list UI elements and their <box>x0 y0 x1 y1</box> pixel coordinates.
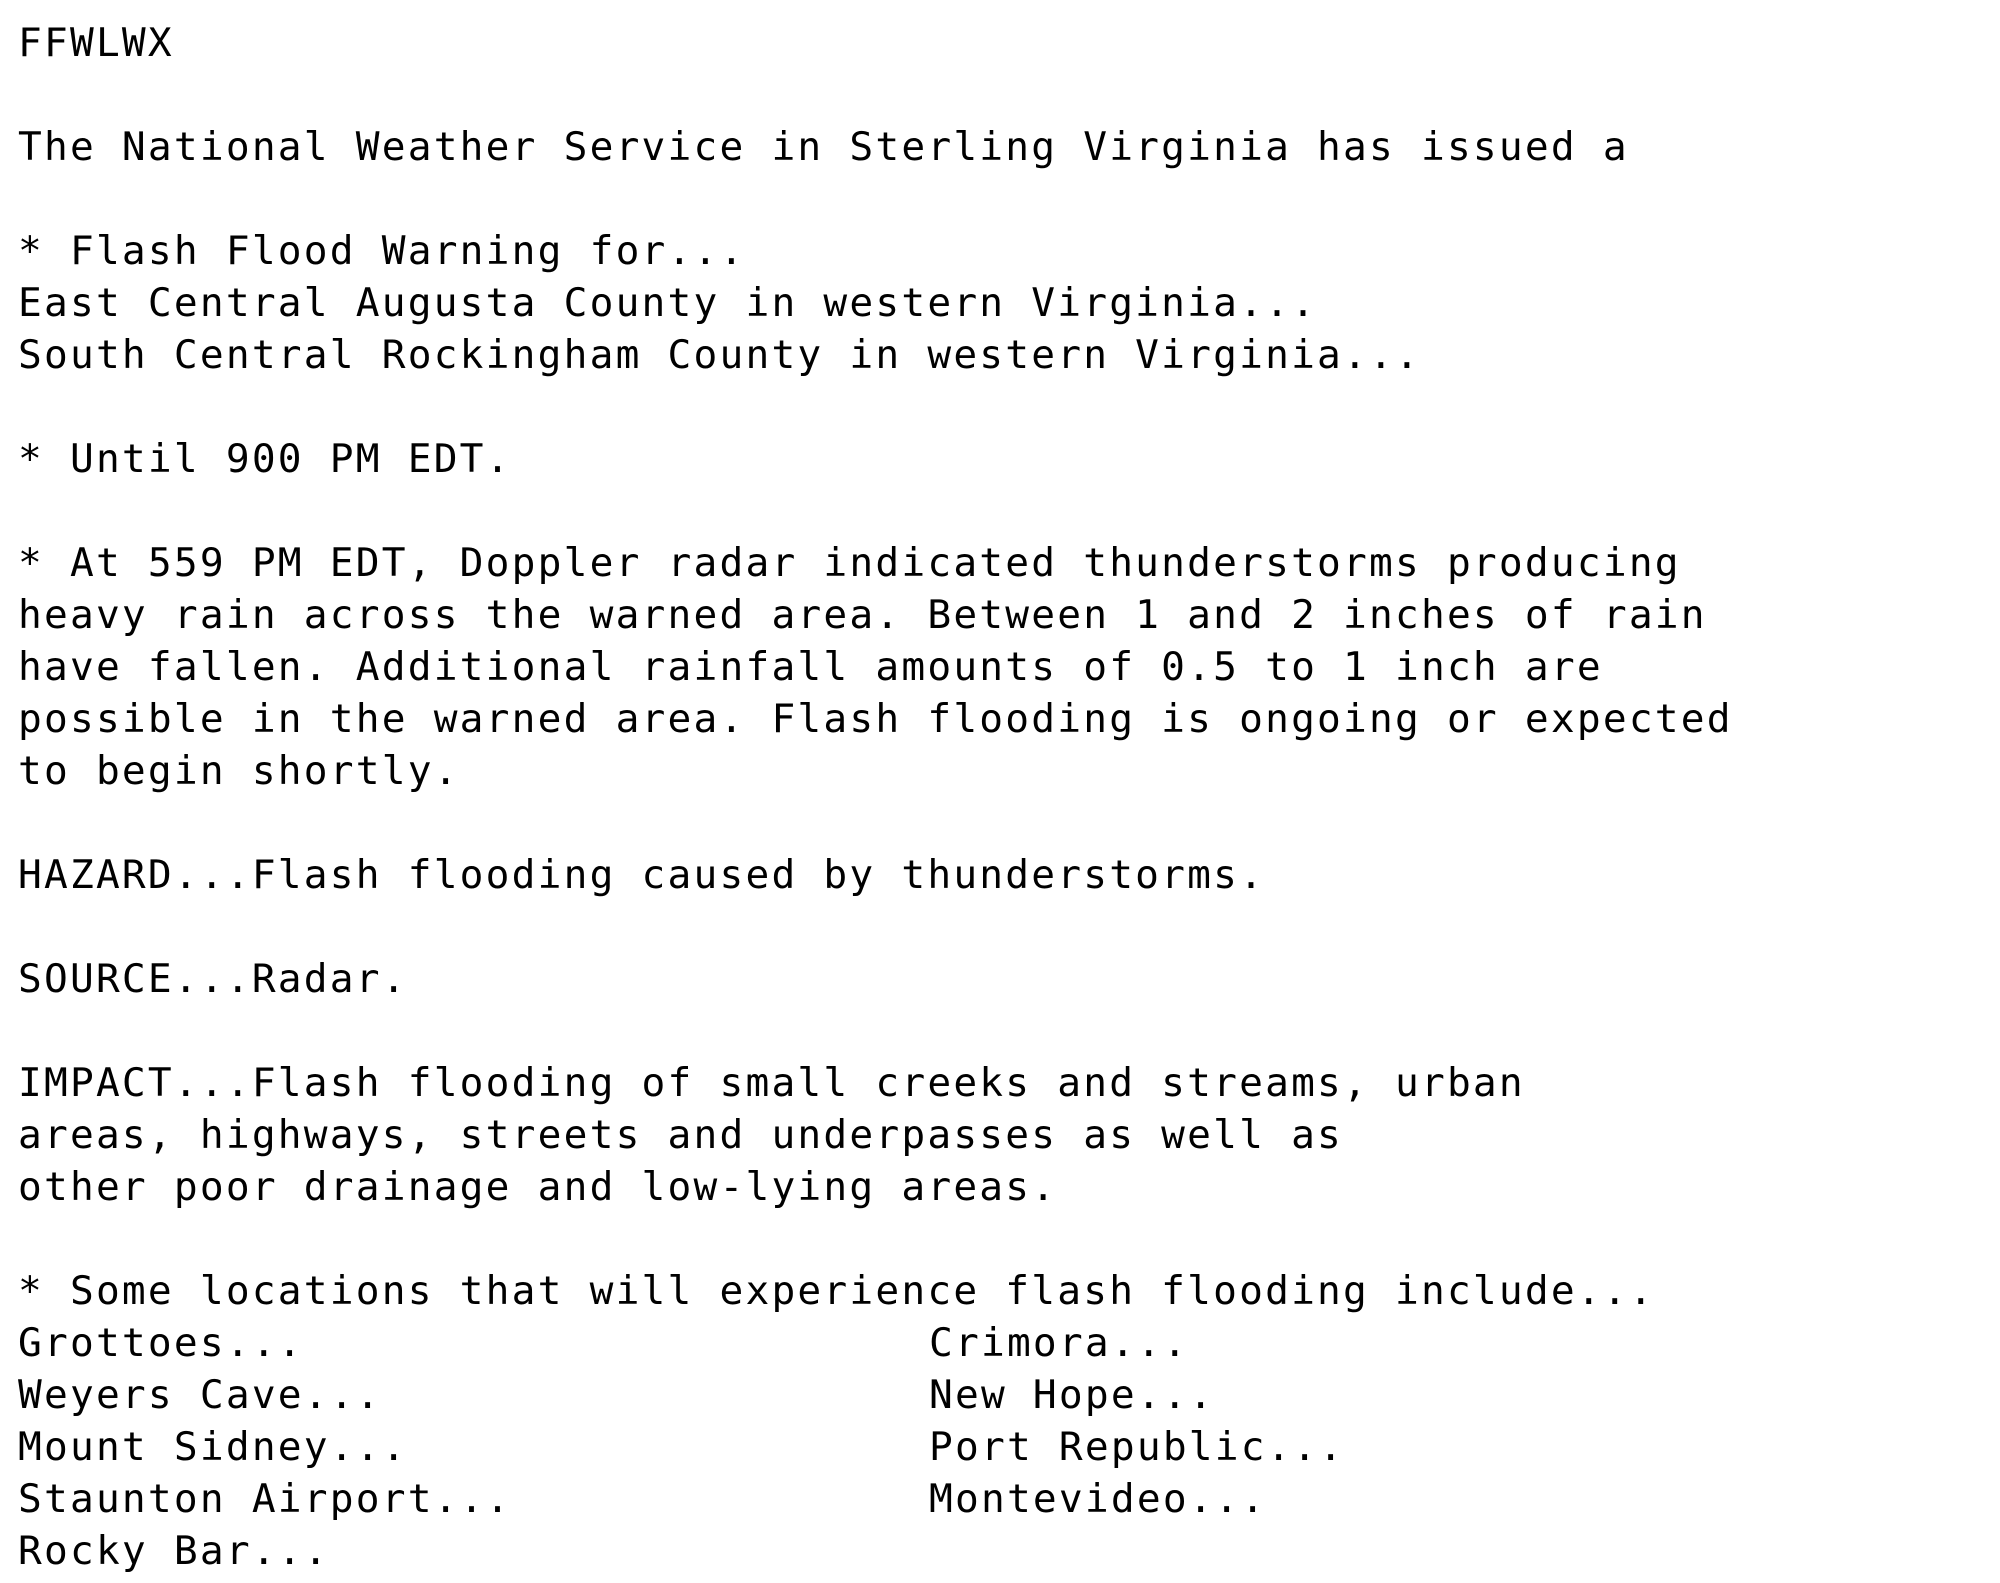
warning-area: East Central Augusta County in western V… <box>18 280 1318 326</box>
impact-line: other poor drainage and low-lying areas. <box>18 1164 1058 1210</box>
details-line: * At 559 PM EDT, Doppler radar indicated… <box>18 540 1681 586</box>
hazard-line: HAZARD...Flash flooding caused by thunde… <box>18 852 1266 898</box>
details-line: heavy rain across the warned area. Betwe… <box>18 592 1707 638</box>
intro-line: The National Weather Service in Sterling… <box>18 124 1629 170</box>
location-name: Weyers Cave... <box>18 1372 382 1418</box>
location-row: Grottoes... Crimora... <box>18 1317 1733 1369</box>
until-line: * Until 900 PM EDT. <box>18 436 512 482</box>
warning-text-document: FFWLWX The National Weather Service in St… <box>18 17 1733 1577</box>
location-name: Rocky Bar... <box>18 1528 330 1574</box>
warning-header: * Flash Flood Warning for... <box>18 228 746 274</box>
location-row: Staunton Airport... Montevideo... <box>18 1473 1733 1525</box>
locations-header: * Some locations that will experience fl… <box>18 1268 1655 1314</box>
impact-line: IMPACT...Flash flooding of small creeks … <box>18 1060 1525 1106</box>
location-name: Montevideo... <box>929 1476 1267 1522</box>
location-row: Mount Sidney... Port Republic... <box>18 1421 1733 1473</box>
warning-area: South Central Rockingham County in weste… <box>18 332 1421 378</box>
location-row: Weyers Cave... New Hope... <box>18 1369 1733 1421</box>
source-line: SOURCE...Radar. <box>18 956 408 1002</box>
location-name: Staunton Airport... <box>18 1476 512 1522</box>
location-name: New Hope... <box>929 1372 1215 1418</box>
details-line: to begin shortly. <box>18 748 460 794</box>
details-line: have fallen. Additional rainfall amounts… <box>18 644 1603 690</box>
location-name: Mount Sidney... <box>18 1424 408 1470</box>
location-row: Rocky Bar... <box>18 1525 1733 1577</box>
details-line: possible in the warned area. Flash flood… <box>18 696 1733 742</box>
impact-line: areas, highways, streets and underpasses… <box>18 1112 1344 1158</box>
location-name: Port Republic... <box>929 1424 1345 1470</box>
location-name: Grottoes... <box>18 1320 304 1366</box>
location-name: Crimora... <box>929 1320 1189 1366</box>
product-id: FFWLWX <box>18 20 174 66</box>
